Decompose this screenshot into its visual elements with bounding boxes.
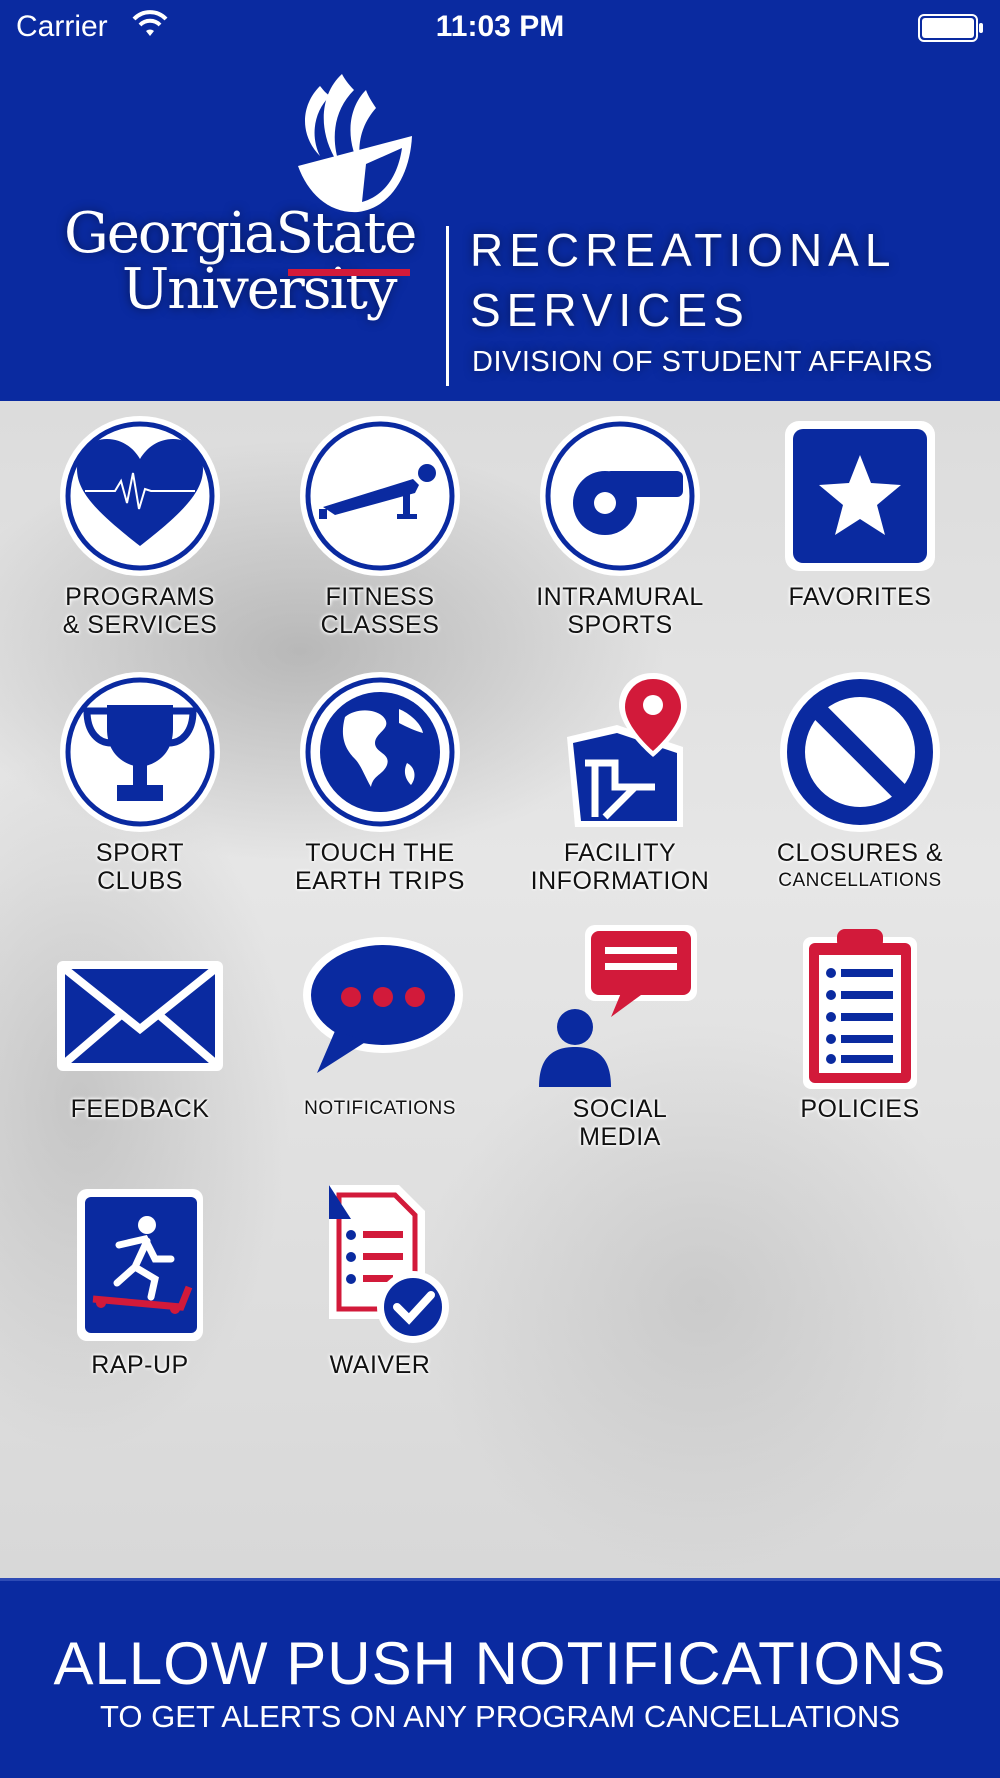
department-line2: SERVICES <box>470 284 750 336</box>
push-notification-banner[interactable]: ALLOW PUSH NOTIFICATIONS TO GET ALERTS O… <box>0 1578 1000 1778</box>
heart-pulse-icon <box>60 416 220 576</box>
menu-label: SPORT CLUBS <box>95 839 185 895</box>
menu-item-sport-clubs[interactable]: SPORT CLUBS <box>25 657 255 907</box>
menu-item-favorites[interactable]: FAVORITES <box>745 401 975 651</box>
menu-item-waiver[interactable]: WAIVER <box>265 1169 495 1419</box>
division-subtitle: DIVISION OF STUDENT AFFAIRS <box>472 346 933 378</box>
banner-headline: ALLOW PUSH NOTIFICATIONS <box>53 1630 947 1697</box>
wordmark-underline <box>288 269 410 276</box>
department-line1: RECREATIONAL <box>470 224 897 276</box>
gsu-flame-logo <box>298 74 412 213</box>
wordmark-line1: GeorgiaState <box>64 201 417 266</box>
menu-item-policies[interactable]: POLICIES <box>745 913 975 1163</box>
document-check-icon <box>329 1185 449 1343</box>
battery-icon <box>918 14 983 42</box>
department-title: RECREATIONAL SERVICES <box>470 220 896 340</box>
menu-grid: PROGRAMS & SERVICES FITNESS CLASSES INTR… <box>0 401 1000 1578</box>
menu-item-closures-cancellations[interactable]: CLOSURES & CANCELLATIONS <box>745 657 975 907</box>
menu-label: FAVORITES <box>788 583 932 611</box>
logo-divider <box>446 226 449 386</box>
menu-label: POLICIES <box>800 1095 920 1123</box>
pushup-icon <box>300 416 460 576</box>
menu-item-intramural-sports[interactable]: INTRAMURAL SPORTS <box>505 401 735 651</box>
star-icon <box>785 421 935 571</box>
banner-subtext: TO GET ALERTS ON ANY PROGRAM CANCELLATIO… <box>100 1699 900 1734</box>
globe-icon <box>300 672 460 832</box>
menu-item-rap-up[interactable]: RAP-UP <box>25 1169 255 1419</box>
app-header: GeorgiaState University RECREATIONAL SER… <box>0 56 1000 401</box>
menu-label: FITNESS CLASSES <box>320 583 440 639</box>
menu-label: NOTIFICATIONS <box>304 1098 456 1119</box>
status-bar: Carrier 11:03 PM <box>0 0 1000 56</box>
whistle-icon <box>540 416 700 576</box>
menu-item-social-media[interactable]: SOCIAL MEDIA <box>505 913 735 1163</box>
menu-label: FEEDBACK <box>70 1095 210 1123</box>
menu-item-programs-services[interactable]: PROGRAMS & SERVICES <box>25 401 255 651</box>
treadmill-runner-icon <box>77 1189 203 1341</box>
menu-label: SOCIAL MEDIA <box>572 1095 668 1151</box>
menu-label: WAIVER <box>329 1351 431 1379</box>
menu-item-touch-the-earth-trips[interactable]: TOUCH THE EARTH TRIPS <box>265 657 495 907</box>
menu-label: CLOSURES & CANCELLATIONS <box>776 839 944 891</box>
menu-label: FACILITY INFORMATION <box>530 839 710 895</box>
menu-item-feedback[interactable]: FEEDBACK <box>25 913 255 1163</box>
menu-item-facility-information[interactable]: FACILITY INFORMATION <box>505 657 735 907</box>
university-wordmark: GeorgiaState University <box>64 206 424 318</box>
social-person-icon <box>539 925 697 1087</box>
prohibited-icon <box>780 672 940 832</box>
chat-bubble-icon <box>303 937 463 1073</box>
menu-label: INTRAMURAL SPORTS <box>536 583 704 639</box>
menu-item-fitness-classes[interactable]: FITNESS CLASSES <box>265 401 495 651</box>
map-pin-icon <box>567 673 687 827</box>
trophy-icon <box>60 672 220 832</box>
menu-label: RAP-UP <box>91 1351 189 1379</box>
menu-item-notifications[interactable]: NOTIFICATIONS <box>265 913 495 1163</box>
clock: 11:03 PM <box>435 10 565 43</box>
menu-label: TOUCH THE EARTH TRIPS <box>295 839 465 895</box>
menu-label: PROGRAMS & SERVICES <box>62 583 218 639</box>
envelope-icon <box>57 961 223 1071</box>
clipboard-icon <box>803 929 917 1089</box>
